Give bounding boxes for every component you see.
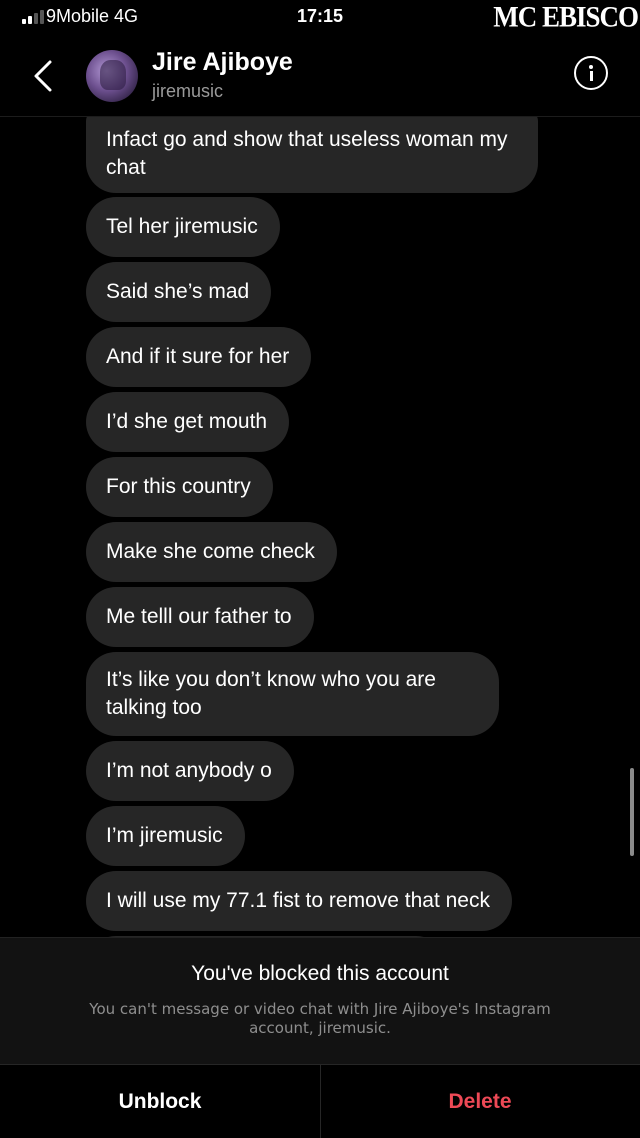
message-list[interactable]: Infact go and show that useless woman my… <box>0 117 640 937</box>
contact-name[interactable]: Jire Ajiboye <box>152 48 293 77</box>
message-text: For this country <box>106 475 251 498</box>
avatar[interactable] <box>86 50 138 102</box>
message-text: I will use my 77.1 fist to remove that n… <box>106 889 490 912</box>
message-text: I’m jiremusic <box>106 824 223 847</box>
action-bar: Unblock Delete <box>0 1064 640 1138</box>
message-bubble[interactable]: Infact go and show that useless woman my… <box>86 117 538 193</box>
chevron-left-icon[interactable] <box>30 58 58 94</box>
message-text: Make she come check <box>106 540 315 563</box>
watermark: MC EBISCO <box>493 0 639 33</box>
message-bubble[interactable]: Make she come check <box>86 522 337 582</box>
blocked-notice: You've blocked this account You can't me… <box>0 937 640 1065</box>
message-text: And if it sure for her <box>106 345 290 368</box>
message-text: Me telll our father to <box>106 605 292 628</box>
status-bar: 9Mobile 4G 17:15 MC EBISCO <box>0 0 640 34</box>
unblock-button[interactable]: Unblock <box>0 1065 320 1138</box>
message-text: It’s like you don’t know who you are tal… <box>106 668 436 719</box>
message-text: Tel her jiremusic <box>106 215 258 238</box>
blocked-title: You've blocked this account <box>191 962 449 985</box>
delete-button[interactable]: Delete <box>320 1065 640 1138</box>
scrollbar[interactable] <box>630 768 634 856</box>
message-text: I’m not anybody o <box>106 759 272 782</box>
blocked-description: You can't message or video chat with Jir… <box>89 1000 551 1037</box>
message-text: I’d she get mouth <box>106 410 268 433</box>
info-icon[interactable] <box>574 56 608 90</box>
message-bubble[interactable]: Me telll our father to <box>86 587 314 647</box>
message-bubble[interactable]: I’d she get mouth <box>86 392 290 452</box>
message-bubble[interactable]: Said she’s mad <box>86 262 272 322</box>
message-bubble[interactable]: I will use my 77.1 fist to remove that n… <box>86 871 512 931</box>
message-bubble[interactable]: I’m not anybody o <box>86 741 294 801</box>
message-bubble[interactable]: I’m jiremusic <box>86 806 245 866</box>
contact-username[interactable]: jiremusic <box>152 81 223 102</box>
message-bubble[interactable]: Tel her jiremusic <box>86 197 280 257</box>
message-text: Infact go and show that useless woman my… <box>106 128 508 179</box>
message-bubble[interactable]: And if it sure for her <box>86 327 312 387</box>
message-text: Said she’s mad <box>106 280 250 303</box>
message-bubble[interactable]: It’s like you don’t know who you are tal… <box>86 652 499 736</box>
message-bubble[interactable]: For this country <box>86 457 273 517</box>
chat-header: Jire Ajiboye jiremusic <box>0 34 640 117</box>
